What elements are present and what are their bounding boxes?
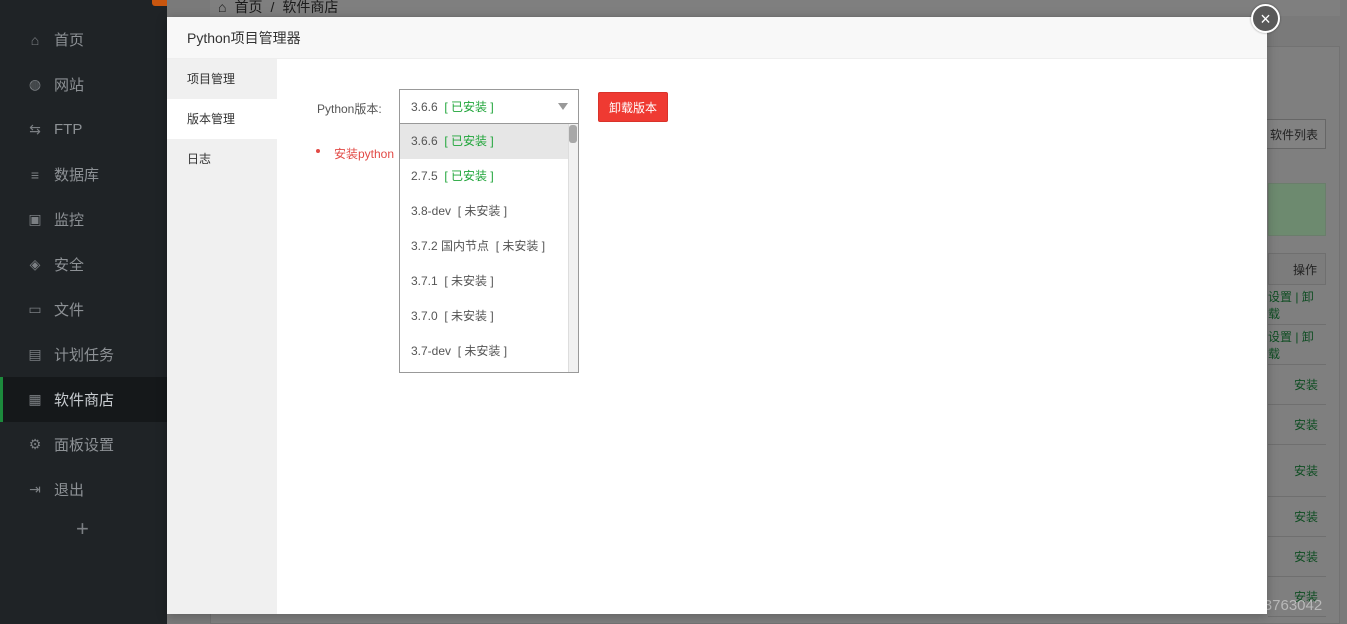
sidebar-item-label: 数据库: [54, 167, 100, 184]
row-action[interactable]: 设置 | 卸载: [1268, 285, 1326, 325]
sidebar-item-label: 退出: [54, 482, 85, 499]
sidebar-item-label: 计划任务: [54, 347, 115, 364]
version-option[interactable]: 2.7.5 [ 已安装 ]: [400, 159, 578, 194]
sidebar-item-home[interactable]: ⌂ 首页: [0, 17, 167, 62]
scrollbar-thumb[interactable]: [569, 125, 577, 143]
add-icon[interactable]: +: [76, 516, 89, 542]
option-version: 3.6.6: [411, 134, 438, 148]
globe-icon: ◍: [28, 76, 42, 92]
option-version: 3.7.1: [411, 274, 438, 288]
python-version-label: Python版本:: [317, 102, 382, 116]
sidebar-item-label: 面板设置: [54, 437, 115, 454]
sidebar-item-logout[interactable]: ⇥ 退出: [0, 467, 167, 512]
logout-icon: ⇥: [29, 481, 41, 497]
sidebar-item-cron[interactable]: ▤ 计划任务: [0, 332, 167, 377]
folder-icon: ▭: [28, 301, 42, 317]
sidebar: ⌂ 首页 ◍ 网站 ⇆ FTP ≡ 数据库 ▣ 监控 ◈ 安全 ▭ 文件 ▤ 计划任务 ▦ 软件商…: [0, 0, 172, 624]
close-button[interactable]: ×: [1251, 4, 1280, 33]
option-status: [ 未安装 ]: [495, 239, 546, 253]
sidebar-item-monitor[interactable]: ▣ 监控: [0, 197, 167, 242]
shield-icon: ◈: [29, 256, 41, 272]
option-status: [ 未安装 ]: [457, 204, 508, 218]
install-tip: 安装python: [334, 147, 395, 161]
tab-logs[interactable]: 日志: [167, 139, 277, 179]
software-list-button[interactable]: 软件列表: [1262, 119, 1326, 149]
option-version: 3.7.0: [411, 309, 438, 323]
version-option[interactable]: 3.8-dev [ 未安装 ]: [400, 194, 578, 229]
option-version: 3.7-dev: [411, 344, 452, 358]
selected-version: 3.6.6: [411, 99, 438, 114]
info-alert: [1268, 183, 1326, 236]
sidebar-item-website[interactable]: ◍ 网站: [0, 62, 167, 107]
dialog-title: Python项目管理器: [167, 17, 1267, 59]
version-option[interactable]: 3.7-dev [ 未安装 ]: [400, 334, 578, 369]
breadcrumb: ⌂ 首页 / 软件商店: [210, 0, 1340, 16]
option-status: [ 未安装 ]: [457, 344, 508, 358]
sidebar-item-security[interactable]: ◈ 安全: [0, 242, 167, 287]
version-option[interactable]: 3.7.1 [ 未安装 ]: [400, 264, 578, 299]
apps-icon: ▦: [28, 391, 42, 407]
sidebar-item-database[interactable]: ≡ 数据库: [0, 152, 167, 197]
ftp-icon: ⇆: [29, 121, 41, 137]
selected-status: [ 已安装 ]: [444, 100, 494, 114]
row-action[interactable]: 安装: [1268, 445, 1326, 497]
monitor-icon: ▣: [28, 211, 42, 227]
close-icon: ×: [1260, 8, 1271, 29]
tip-bullet: [316, 149, 320, 153]
chevron-down-icon: [558, 103, 568, 110]
version-option[interactable]: 3.7.2 国内节点 [ 未安装 ]: [400, 229, 578, 264]
option-version: 3.7.2 国内节点: [411, 239, 490, 253]
dropdown-scrollbar[interactable]: [568, 124, 578, 372]
home-icon: ⌂: [30, 31, 40, 48]
option-status: [ 未安装 ]: [444, 274, 494, 288]
option-status: [ 已安装 ]: [444, 169, 494, 183]
version-option[interactable]: 3.7.0 [ 未安装 ]: [400, 299, 578, 334]
sidebar-item-label: FTP: [54, 121, 83, 138]
uninstall-version-button[interactable]: 卸载版本: [598, 92, 668, 122]
database-icon: ≡: [30, 166, 40, 183]
row-action[interactable]: 安装: [1268, 405, 1326, 445]
tab-projects[interactable]: 项目管理: [167, 59, 277, 99]
row-action[interactable]: 安装: [1268, 365, 1326, 405]
breadcrumb-current: 软件商店: [282, 0, 339, 15]
column-header-actions: 操作: [1268, 253, 1326, 285]
sidebar-item-label: 安全: [54, 257, 85, 274]
gear-icon: ⚙: [28, 436, 42, 452]
row-action[interactable]: 设置 | 卸载: [1268, 325, 1326, 365]
sidebar-item-store[interactable]: ▦ 软件商店: [0, 377, 167, 422]
version-option[interactable]: 3.6.6 [ 已安装 ]: [400, 124, 578, 159]
breadcrumb-separator: /: [270, 0, 275, 15]
option-version: 3.8-dev: [411, 204, 452, 218]
version-dropdown: 3.6.6 [ 已安装 ] 2.7.5 [ 已安装 ] 3.8-dev [ 未安…: [399, 123, 579, 373]
sidebar-item-settings[interactable]: ⚙ 面板设置: [0, 422, 167, 467]
calendar-icon: ▤: [28, 346, 42, 362]
home-icon: ⌂: [218, 0, 227, 15]
tab-versions[interactable]: 版本管理: [167, 99, 277, 139]
sidebar-item-label: 首页: [54, 32, 85, 49]
row-action[interactable]: 安装: [1268, 537, 1326, 577]
sidebar-item-label: 文件: [54, 302, 85, 319]
sidebar-item-files[interactable]: ▭ 文件: [0, 287, 167, 332]
option-status: [ 未安装 ]: [444, 309, 494, 323]
breadcrumb-home[interactable]: 首页: [234, 0, 262, 15]
option-version: 2.7.5: [411, 169, 438, 183]
dialog-side-tabs: 项目管理 版本管理 日志: [167, 59, 277, 614]
sidebar-item-label: 软件商店: [54, 392, 115, 409]
option-status: [ 已安装 ]: [444, 134, 494, 148]
sidebar-item-ftp[interactable]: ⇆ FTP: [0, 107, 167, 152]
sidebar-item-label: 监控: [54, 212, 85, 229]
sidebar-item-label: 网站: [54, 77, 85, 94]
row-action[interactable]: 安装: [1268, 497, 1326, 537]
python-version-select[interactable]: 3.6.6 [ 已安装 ]: [399, 89, 579, 124]
